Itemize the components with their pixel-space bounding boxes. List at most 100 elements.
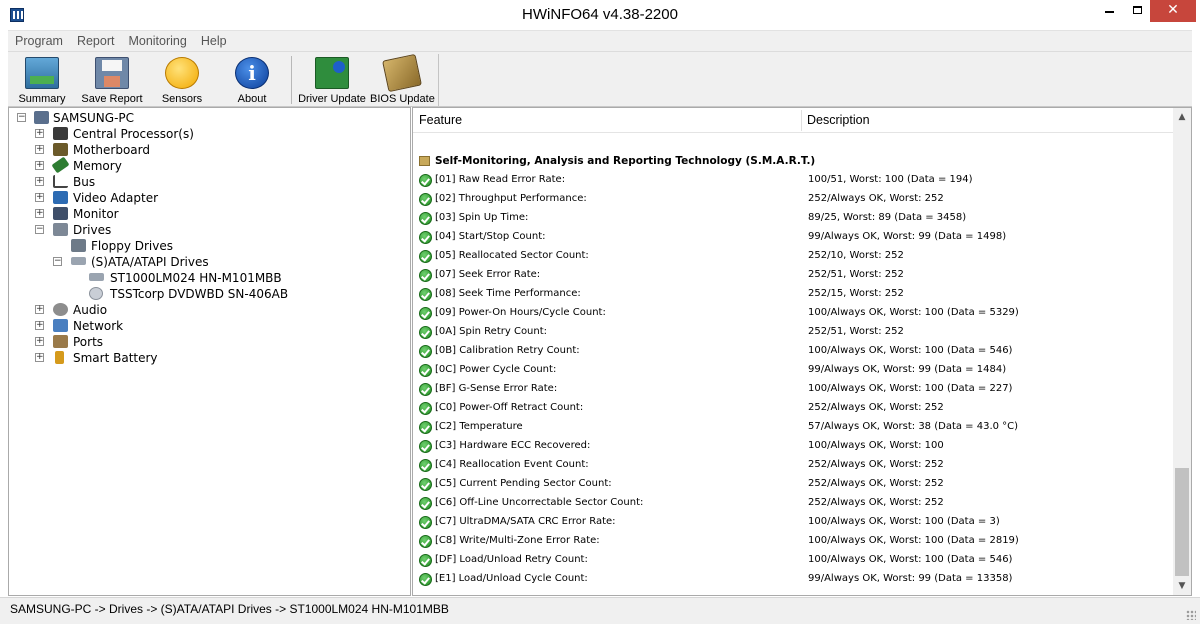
expand-icon[interactable]: + xyxy=(35,145,44,154)
menu-help[interactable]: Help xyxy=(194,31,234,48)
attribute-feature: [C8] Write/Multi-Zone Error Rate: xyxy=(435,535,600,546)
tree-label: Monitor xyxy=(73,207,119,221)
tree-label: Central Processor(s) xyxy=(73,127,194,141)
expand-icon[interactable]: + xyxy=(35,193,44,202)
smart-attribute-row[interactable]: [0B] Calibration Retry Count: 100/Always … xyxy=(419,343,1179,362)
maximize-button[interactable] xyxy=(1122,0,1152,22)
about-button[interactable]: i About xyxy=(224,55,280,107)
optical-disc-icon xyxy=(89,287,103,300)
smart-attribute-row[interactable]: [BF] G-Sense Error Rate: 100/Always OK, W… xyxy=(419,381,1179,400)
smart-attribute-row[interactable]: [C0] Power-Off Retract Count: 252/Always … xyxy=(419,400,1179,419)
toolbar-separator xyxy=(291,56,292,104)
collapse-icon[interactable]: − xyxy=(53,257,62,266)
minimize-button[interactable] xyxy=(1094,0,1124,22)
section-title: Self-Monitoring, Analysis and Reporting … xyxy=(435,155,816,167)
resize-grip-icon[interactable] xyxy=(1186,610,1196,620)
attribute-description: 252/Always OK, Worst: 252 xyxy=(808,497,944,508)
attribute-feature: [C3] Hardware ECC Recovered: xyxy=(435,440,591,451)
status-ok-icon xyxy=(419,421,432,434)
smart-attribute-row[interactable]: [C8] Write/Multi-Zone Error Rate: 100/Alw… xyxy=(419,533,1179,552)
summary-button[interactable]: Summary xyxy=(12,55,72,107)
smart-attribute-row[interactable]: [07] Seek Error Rate: 252/51, Worst: 252 xyxy=(419,267,1179,286)
smart-attribute-row[interactable]: [C4] Reallocation Event Count: 252/Always… xyxy=(419,457,1179,476)
collapse-icon[interactable]: − xyxy=(17,113,26,122)
status-path: SAMSUNG-PC -> Drives -> (S)ATA/ATAPI Dri… xyxy=(10,602,449,616)
attribute-feature: [BF] G-Sense Error Rate: xyxy=(435,383,558,394)
tree-label: Motherboard xyxy=(73,143,150,157)
attribute-description: 100/Always OK, Worst: 100 (Data = 2819) xyxy=(808,535,1019,546)
smart-attribute-row[interactable]: [C6] Off-Line Uncorrectable Sector Count… xyxy=(419,495,1179,514)
tree-label: Ports xyxy=(73,335,104,349)
smart-attribute-row[interactable]: [C3] Hardware ECC Recovered: 100/Always O… xyxy=(419,438,1179,457)
expand-icon[interactable]: + xyxy=(35,305,44,314)
expand-icon[interactable]: + xyxy=(35,337,44,346)
attribute-description: 252/51, Worst: 252 xyxy=(808,269,904,280)
battery-icon xyxy=(55,351,64,364)
smart-attribute-row[interactable]: [08] Seek Time Performance: 252/15, Worst… xyxy=(419,286,1179,305)
smart-attribute-row[interactable]: [04] Start/Stop Count: 99/Always OK, Wors… xyxy=(419,229,1179,248)
tree-label: Smart Battery xyxy=(73,351,158,365)
smart-attribute-row[interactable]: [01] Raw Read Error Rate: 100/51, Worst: … xyxy=(419,172,1179,191)
close-button[interactable]: ✕ xyxy=(1150,0,1196,22)
tree-label: Floppy Drives xyxy=(91,239,173,253)
scroll-down-icon[interactable]: ▼ xyxy=(1173,577,1191,595)
tree-label: Drives xyxy=(73,223,112,237)
summary-icon xyxy=(25,57,59,89)
device-tree[interactable]: − SAMSUNG-PC + Central Processor(s) + Mo… xyxy=(8,107,411,596)
attribute-description: 252/Always OK, Worst: 252 xyxy=(808,402,944,413)
attribute-feature: [C0] Power-Off Retract Count: xyxy=(435,402,584,413)
attribute-description: 99/Always OK, Worst: 99 (Data = 13358) xyxy=(808,573,1013,584)
memory-icon xyxy=(51,156,70,174)
expand-icon[interactable]: + xyxy=(35,353,44,362)
status-ok-icon xyxy=(419,345,432,358)
scroll-up-icon[interactable]: ▲ xyxy=(1173,108,1191,126)
attribute-description: 57/Always OK, Worst: 38 (Data = 43.0 °C) xyxy=(808,421,1019,432)
attribute-description: 252/51, Worst: 252 xyxy=(808,326,904,337)
bios-update-button[interactable]: BIOS Update xyxy=(370,53,435,107)
expand-icon[interactable]: + xyxy=(35,209,44,218)
attribute-description: 100/Always OK, Worst: 100 (Data = 227) xyxy=(808,383,1013,394)
smart-attribute-row[interactable]: [C2] Temperature 57/Always OK, Worst: 38 … xyxy=(419,419,1179,438)
column-header-description[interactable]: Description xyxy=(801,108,1173,133)
smart-attribute-row[interactable]: [05] Reallocated Sector Count: 252/10, Wo… xyxy=(419,248,1179,267)
menu-monitoring[interactable]: Monitoring xyxy=(121,31,193,48)
smart-attribute-row[interactable]: [C5] Current Pending Sector Count: 252/Al… xyxy=(419,476,1179,495)
tree-label: (S)ATA/ATAPI Drives xyxy=(91,255,209,269)
scroll-thumb[interactable] xyxy=(1175,468,1189,576)
attribute-feature: [E1] Load/Unload Cycle Count: xyxy=(435,573,588,584)
vertical-scrollbar[interactable]: ▲ ▼ xyxy=(1173,108,1191,595)
smart-attribute-row[interactable]: [02] Throughput Performance: 252/Always O… xyxy=(419,191,1179,210)
smart-attribute-row[interactable]: [DF] Load/Unload Retry Count: 100/Always … xyxy=(419,552,1179,571)
sensors-label: Sensors xyxy=(161,93,203,105)
smart-attribute-row[interactable]: [0C] Power Cycle Count: 99/Always OK, Wor… xyxy=(419,362,1179,381)
status-ok-icon xyxy=(419,535,432,548)
status-ok-icon xyxy=(419,250,432,263)
expand-icon[interactable]: + xyxy=(35,161,44,170)
column-header-feature[interactable]: Feature xyxy=(413,108,801,133)
status-ok-icon xyxy=(419,573,432,586)
expand-icon[interactable]: + xyxy=(35,177,44,186)
sensors-button[interactable]: Sensors xyxy=(154,55,210,107)
attribute-feature: [09] Power-On Hours/Cycle Count: xyxy=(435,307,606,318)
smart-attribute-row[interactable]: [C7] UltraDMA/SATA CRC Error Rate: 100/Al… xyxy=(419,514,1179,533)
expand-icon[interactable]: + xyxy=(35,129,44,138)
expand-icon[interactable]: + xyxy=(35,321,44,330)
menu-program[interactable]: Program xyxy=(8,31,70,48)
menu-report[interactable]: Report xyxy=(70,31,122,48)
save-report-button[interactable]: Save Report xyxy=(80,55,144,107)
bios-chip-icon xyxy=(382,53,422,93)
title-bar: HWiNFO64 v4.38-2200 ✕ xyxy=(0,0,1200,30)
driver-update-button[interactable]: Driver Update xyxy=(298,55,366,107)
status-ok-icon xyxy=(419,269,432,282)
attribute-feature: [0B] Calibration Retry Count: xyxy=(435,345,580,356)
attribute-feature: [DF] Load/Unload Retry Count: xyxy=(435,554,588,565)
smart-attribute-row[interactable]: [03] Spin Up Time: 89/25, Worst: 89 (Data… xyxy=(419,210,1179,229)
smart-attribute-row[interactable]: [0A] Spin Retry Count: 252/51, Worst: 252 xyxy=(419,324,1179,343)
status-ok-icon xyxy=(419,174,432,187)
attribute-feature: [C7] UltraDMA/SATA CRC Error Rate: xyxy=(435,516,616,527)
smart-attribute-row[interactable]: [E1] Load/Unload Cycle Count: 99/Always O… xyxy=(419,571,1179,590)
attribute-description: 252/15, Worst: 252 xyxy=(808,288,904,299)
smart-attribute-row[interactable]: [09] Power-On Hours/Cycle Count: 100/Alwa… xyxy=(419,305,1179,324)
attribute-feature: [0A] Spin Retry Count: xyxy=(435,326,548,337)
collapse-icon[interactable]: − xyxy=(35,225,44,234)
